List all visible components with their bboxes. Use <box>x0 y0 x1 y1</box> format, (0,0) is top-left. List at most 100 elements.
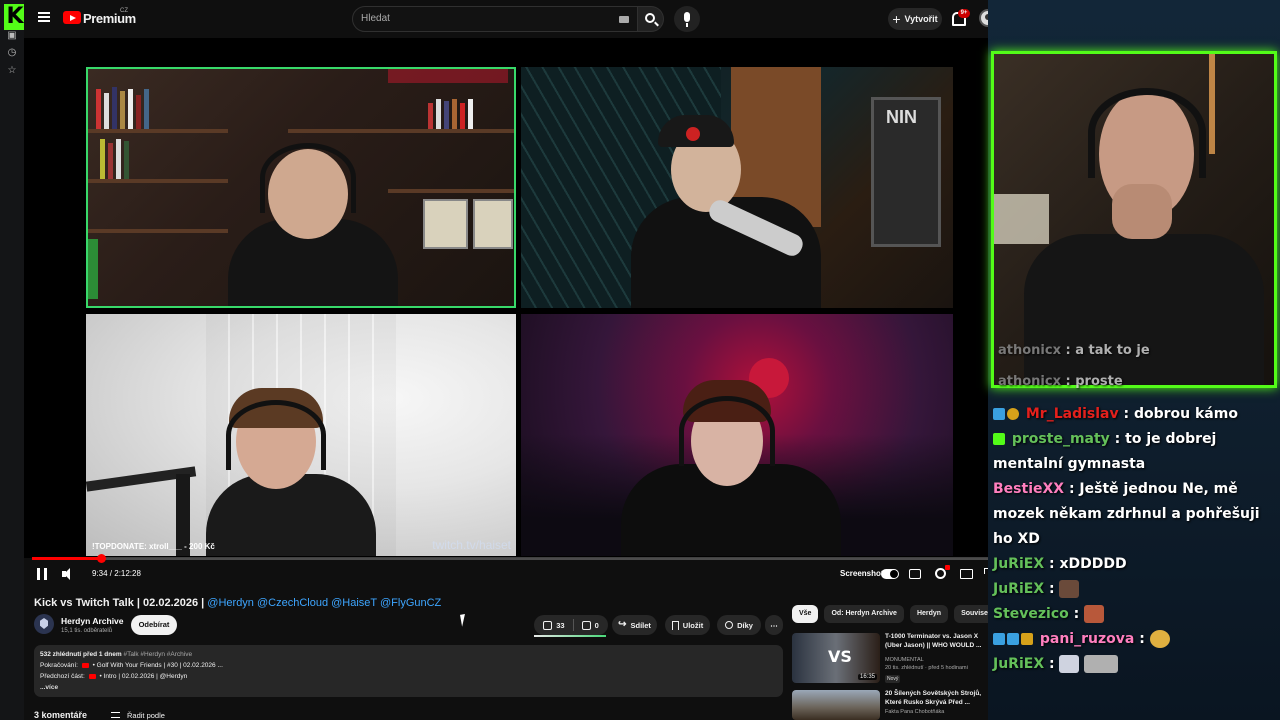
voice-search-button[interactable] <box>674 6 700 32</box>
chat-text: : <box>1073 606 1080 622</box>
chat-username[interactable]: Stevezico <box>993 606 1069 622</box>
more-dots-icon: ⋯ <box>770 620 778 630</box>
more-actions-button[interactable]: ⋯ <box>765 615 783 635</box>
thanks-label: Díky <box>737 620 753 630</box>
chat-text: : xDDDDD <box>1049 556 1127 572</box>
gift-badge-icon <box>1021 633 1033 645</box>
progress-fill <box>32 557 101 560</box>
chat-message: pani_ruzova : <box>993 627 1278 652</box>
notification-badge: 9+ <box>958 9 970 18</box>
country-code: CZ <box>120 8 128 14</box>
screenshot-toggle[interactable] <box>881 569 899 579</box>
chat-username[interactable]: JuRiEX <box>993 656 1044 672</box>
subtitles-icon[interactable] <box>909 569 921 579</box>
recommendation-chips: Vše Od: Herdyn Archive Herdyn Souvise <box>792 605 995 625</box>
description-more-link[interactable]: ...více <box>40 682 777 693</box>
star-icon[interactable]: ☆ <box>6 65 18 77</box>
menu-icon[interactable] <box>38 12 50 22</box>
recommendation-item[interactable]: 20 Šílených Sovětských Strojů, Které Rus… <box>792 690 992 720</box>
thanks-button[interactable]: Díky <box>717 615 761 635</box>
save-button[interactable]: Uložit <box>665 615 710 635</box>
channel-name[interactable]: Herdyn Archive <box>61 616 124 626</box>
face-emote-icon <box>1059 580 1080 598</box>
progress-scrubber[interactable] <box>96 554 106 563</box>
like-ratio-bar <box>534 635 606 637</box>
like-count[interactable]: 33 <box>556 621 564 630</box>
new-badge: Nový <box>885 675 901 683</box>
youtube-mini-icon <box>81 662 89 668</box>
overlay-text: : proste <box>1065 374 1123 389</box>
save-label: Uložit <box>682 620 704 630</box>
recommendation-title[interactable]: 20 Šílených Sovětských Strojů, Které Rus… <box>885 690 987 707</box>
channel-avatar[interactable] <box>34 614 54 634</box>
share-button[interactable]: ↪ Sdílet <box>612 615 657 635</box>
chip-herdyn[interactable]: Herdyn <box>909 605 949 623</box>
dislike-icon[interactable] <box>581 620 591 630</box>
chat-username[interactable]: BestieXX <box>993 481 1064 497</box>
create-label: Vytvořit <box>904 14 938 24</box>
views-and-date: 532 zhlédnutí před 1 dnem <box>40 651 122 658</box>
description-hashtags[interactable]: #Talk #Herdyn #Archive <box>123 651 192 658</box>
chat-username[interactable]: JuRiEX <box>993 581 1044 597</box>
sort-button[interactable]: Řadit podle <box>127 711 165 720</box>
like-icon[interactable] <box>543 620 553 630</box>
chip-all[interactable]: Vše <box>792 605 819 623</box>
chat-text: : <box>1049 656 1055 672</box>
recommendation-channel[interactable]: Fakta Pana Chobotňáka <box>885 709 944 715</box>
recommendation-thumbnail[interactable] <box>792 690 880 720</box>
chat-text: : dobrou kámo <box>1123 406 1238 422</box>
video-title-tags[interactable]: @Herdyn @CzechCloud @HaiseT @FlyGunCZ <box>207 597 441 609</box>
search-button[interactable] <box>638 6 664 32</box>
search-input[interactable] <box>361 13 601 24</box>
chip-from-channel[interactable]: Od: Herdyn Archive <box>824 605 904 623</box>
video-tile-3: !TOPDONATE: xtroll___ - 200 Kč twitch.tv… <box>86 314 516 556</box>
pray-emote-icon <box>1149 630 1170 648</box>
chat-username[interactable]: pani_ruzova <box>1040 631 1134 647</box>
home-icon[interactable]: ▣ <box>6 30 18 42</box>
pause-icon[interactable] <box>37 568 47 580</box>
chat-username[interactable]: Mr_Ladislav <box>1026 406 1119 422</box>
bed-emote-icon <box>1084 655 1119 673</box>
volume-icon[interactable] <box>62 568 76 580</box>
previous-link[interactable]: • Intro | 02.02.2026 | @Herdyn <box>99 673 187 680</box>
recommendation-channel[interactable]: MONUMENTAL <box>885 657 924 663</box>
keyboard-icon[interactable] <box>619 16 629 23</box>
chat-username[interactable]: JuRiEX <box>993 556 1044 572</box>
video-title: Kick vs Twitch Talk | 02.02.2026 | @Herd… <box>34 597 441 609</box>
recommendation-meta: 20 tis. zhlédnutí · před 5 hodinami <box>885 665 968 671</box>
video-player[interactable]: NIN !TOPDONATE: xtroll___ - 200 Kč twitc… <box>24 38 1012 558</box>
donation-caption: !TOPDONATE: xtroll___ - 200 Kč <box>92 542 215 551</box>
share-label: Sdílet <box>630 620 651 630</box>
poster-nin: NIN <box>886 107 917 127</box>
screenshot-label: Screenshot <box>840 569 884 578</box>
description-previous: Předchozí část: • Intro | 02.02.2026 | @… <box>40 671 777 682</box>
search-icon <box>645 13 655 23</box>
overlay-text: : a tak to je <box>1065 343 1150 358</box>
progress-bar[interactable] <box>32 554 990 563</box>
recommendation-title[interactable]: T-1000 Terminator vs. Jason X (Uber Jaso… <box>885 633 987 650</box>
create-button[interactable]: + Vytvořit <box>888 8 942 30</box>
continuation-label: Pokračování: <box>40 662 78 669</box>
like-divider <box>572 619 574 631</box>
youtube-logo-icon[interactable] <box>63 11 81 24</box>
sort-icon[interactable] <box>111 712 120 718</box>
chat-message: Mr_Ladislav : dobrou kámo <box>993 402 1278 427</box>
recommendation-item[interactable]: VS 16:35 T-1000 Terminator vs. Jason X (… <box>792 633 992 685</box>
recommendation-thumbnail[interactable]: VS 16:35 <box>792 633 880 683</box>
continuation-link[interactable]: • Golf With Your Friends | #30 | 02.02.2… <box>93 662 223 669</box>
streamer-webcam <box>991 51 1277 388</box>
video-description[interactable]: 532 zhlédnutí před 1 dnem #Talk #Herdyn … <box>34 645 783 697</box>
clock-icon[interactable]: ◷ <box>6 47 18 59</box>
dislike-count[interactable]: 0 <box>595 621 599 630</box>
subscribe-button[interactable]: Odebírat <box>131 615 177 635</box>
video-tile-1 <box>86 67 516 308</box>
chat-username[interactable]: proste_maty <box>1012 431 1110 447</box>
theater-mode-icon[interactable] <box>960 569 973 579</box>
overlay-chat-message: athonicx : a tak to je <box>998 343 1150 358</box>
previous-label: Předchozí část: <box>40 673 85 680</box>
chat-message: Stevezico : <box>993 602 1278 627</box>
kick-logo-icon[interactable]: K <box>4 4 26 30</box>
sub-badge-icon <box>993 433 1005 445</box>
video-duration: 16:35 <box>857 674 877 680</box>
chat-message: JuRiEX : xDDDDD <box>993 552 1278 577</box>
